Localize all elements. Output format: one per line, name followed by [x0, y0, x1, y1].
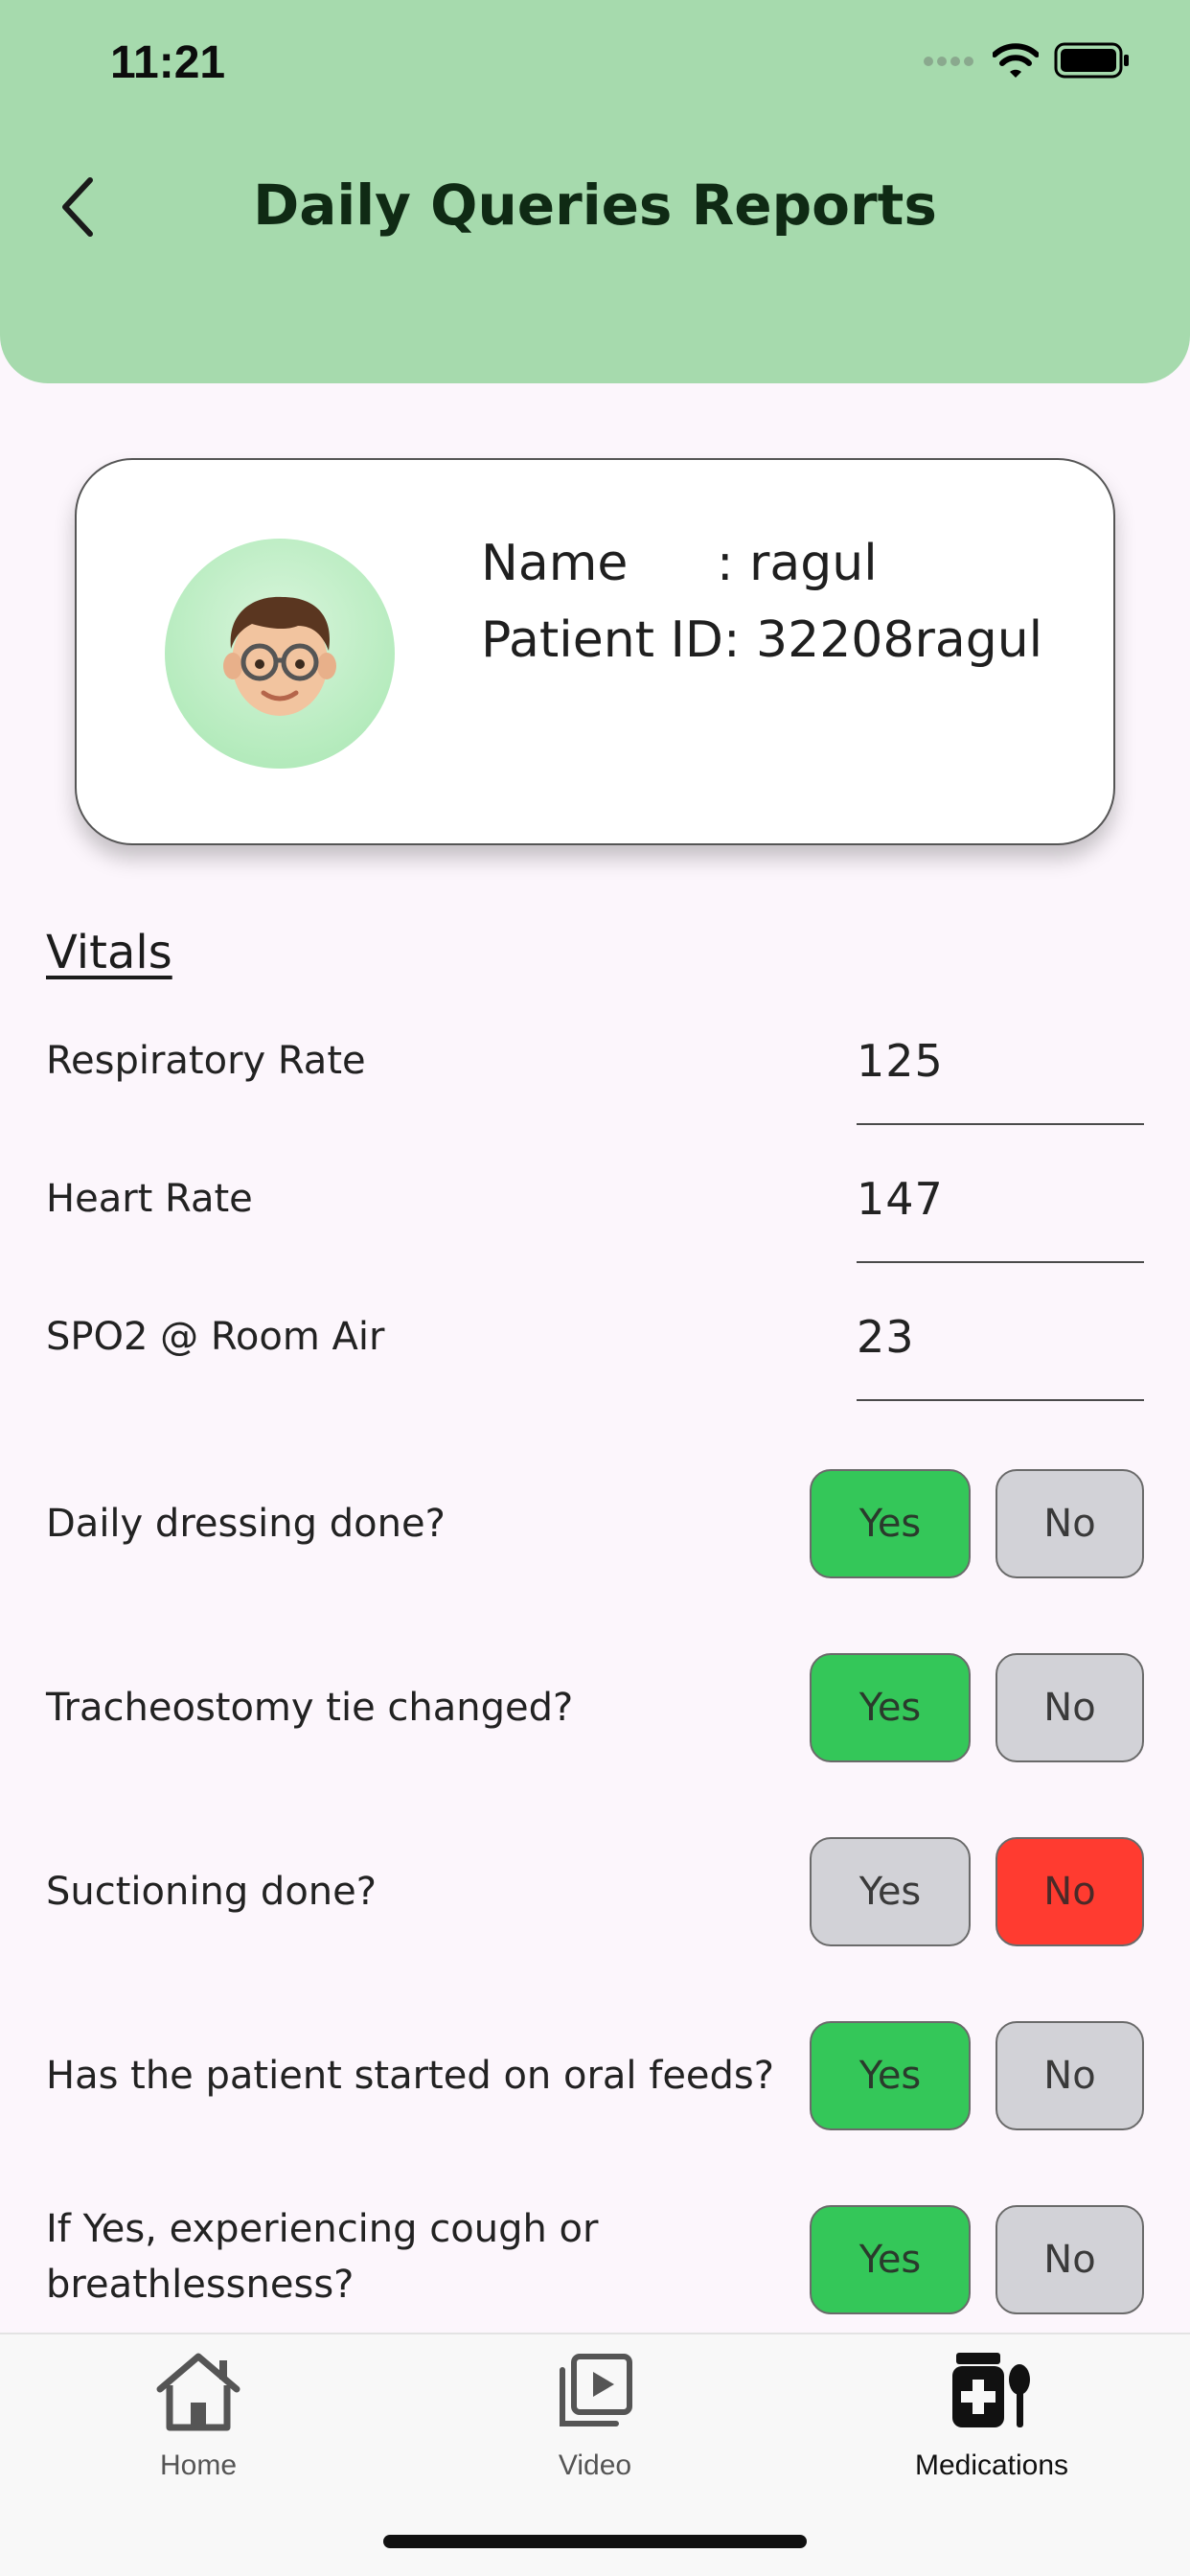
question-label: If Yes, experiencing cough or breathless… — [46, 2201, 793, 2312]
status-time: 11:21 — [110, 37, 226, 88]
question-row-daily-dressing: Daily dressing done? Yes No — [0, 1469, 1190, 1580]
patient-profile-card: Name : ragul Patient ID: 32208ragul — [75, 458, 1115, 845]
profile-id-line: Patient ID: 32208ragul — [481, 602, 1042, 678]
tab-medications[interactable]: Medications — [848, 2334, 1135, 2507]
spo2-input[interactable]: 23 — [857, 1311, 915, 1363]
header: 11:21 Daily Queries Reports — [0, 0, 1190, 383]
memoji-face-icon — [223, 596, 336, 716]
tab-video[interactable]: Video — [451, 2334, 739, 2507]
profile-name-line: Name : ragul — [481, 525, 1042, 602]
wifi-icon — [992, 42, 1040, 82]
patient-avatar — [165, 539, 395, 769]
no-button[interactable]: No — [995, 1469, 1144, 1578]
tab-label: Video — [558, 2450, 632, 2481]
input-underline — [857, 1123, 1144, 1125]
vital-label: Respiratory Rate — [46, 1039, 366, 1083]
patient-id-label: Patient ID: — [481, 611, 741, 669]
vitals-section-title: Vitals — [46, 926, 172, 979]
status-icons — [924, 42, 1131, 82]
question-label-line2: breathlessness? — [46, 2263, 355, 2307]
heart-rate-input[interactable]: 147 — [857, 1173, 944, 1225]
vital-label: SPO2 @ Room Air — [46, 1315, 385, 1359]
tab-label: Home — [159, 2450, 238, 2481]
vital-row-heart-rate: Heart Rate 147 — [0, 1167, 1190, 1305]
medications-icon — [944, 2348, 1040, 2434]
yes-button[interactable]: Yes — [810, 1653, 971, 1762]
no-button[interactable]: No — [995, 2205, 1144, 2314]
question-row-cough-breathlessness: If Yes, experiencing cough or breathless… — [0, 2205, 1190, 2316]
yes-button[interactable]: Yes — [810, 1469, 971, 1578]
input-underline — [857, 1399, 1144, 1401]
question-row-suctioning: Suctioning done? Yes No — [0, 1837, 1190, 1948]
respiratory-rate-input[interactable]: 125 — [857, 1035, 944, 1087]
tab-home[interactable]: Home — [55, 2334, 342, 2507]
vital-row-spo2: SPO2 @ Room Air 23 — [0, 1305, 1190, 1443]
yes-button[interactable]: Yes — [810, 2021, 971, 2130]
vital-row-respiratory-rate: Respiratory Rate 125 — [0, 1029, 1190, 1167]
battery-icon — [1054, 42, 1131, 82]
page-title: Daily Queries Reports — [253, 172, 937, 238]
question-label-line1: If Yes, experiencing cough or — [46, 2207, 599, 2251]
question-label: Has the patient started on oral feeds? — [46, 2054, 774, 2098]
patient-id-value: 32208ragul — [756, 611, 1043, 669]
input-underline — [857, 1261, 1144, 1263]
tab-label: Medications — [914, 2450, 1069, 2481]
no-button[interactable]: No — [995, 1653, 1144, 1762]
question-label: Daily dressing done? — [46, 1502, 446, 1546]
home-indicator[interactable] — [383, 2535, 807, 2548]
question-row-tracheostomy-tie: Tracheostomy tie changed? Yes No — [0, 1653, 1190, 1764]
home-icon — [150, 2348, 246, 2434]
name-value: : ragul — [717, 535, 878, 592]
question-label: Tracheostomy tie changed? — [46, 1686, 574, 1730]
vital-label: Heart Rate — [46, 1177, 253, 1221]
question-label: Suctioning done? — [46, 1870, 377, 1914]
name-label: Name — [481, 535, 629, 592]
video-icon — [547, 2348, 643, 2434]
yes-button[interactable]: Yes — [810, 2205, 971, 2314]
yes-button[interactable]: Yes — [810, 1837, 971, 1946]
profile-details: Name : ragul Patient ID: 32208ragul — [481, 525, 1042, 678]
no-button[interactable]: No — [995, 1837, 1144, 1946]
back-button[interactable] — [57, 172, 115, 245]
cellular-signal-icon — [924, 54, 977, 72]
screen: 11:21 Daily Queries Reports Name: ragul… — [0, 0, 1190, 2576]
no-button[interactable]: No — [995, 2021, 1144, 2130]
chevron-left-icon — [57, 176, 96, 242]
question-row-oral-feeds: Has the patient started on oral feeds? Y… — [0, 2021, 1190, 2132]
